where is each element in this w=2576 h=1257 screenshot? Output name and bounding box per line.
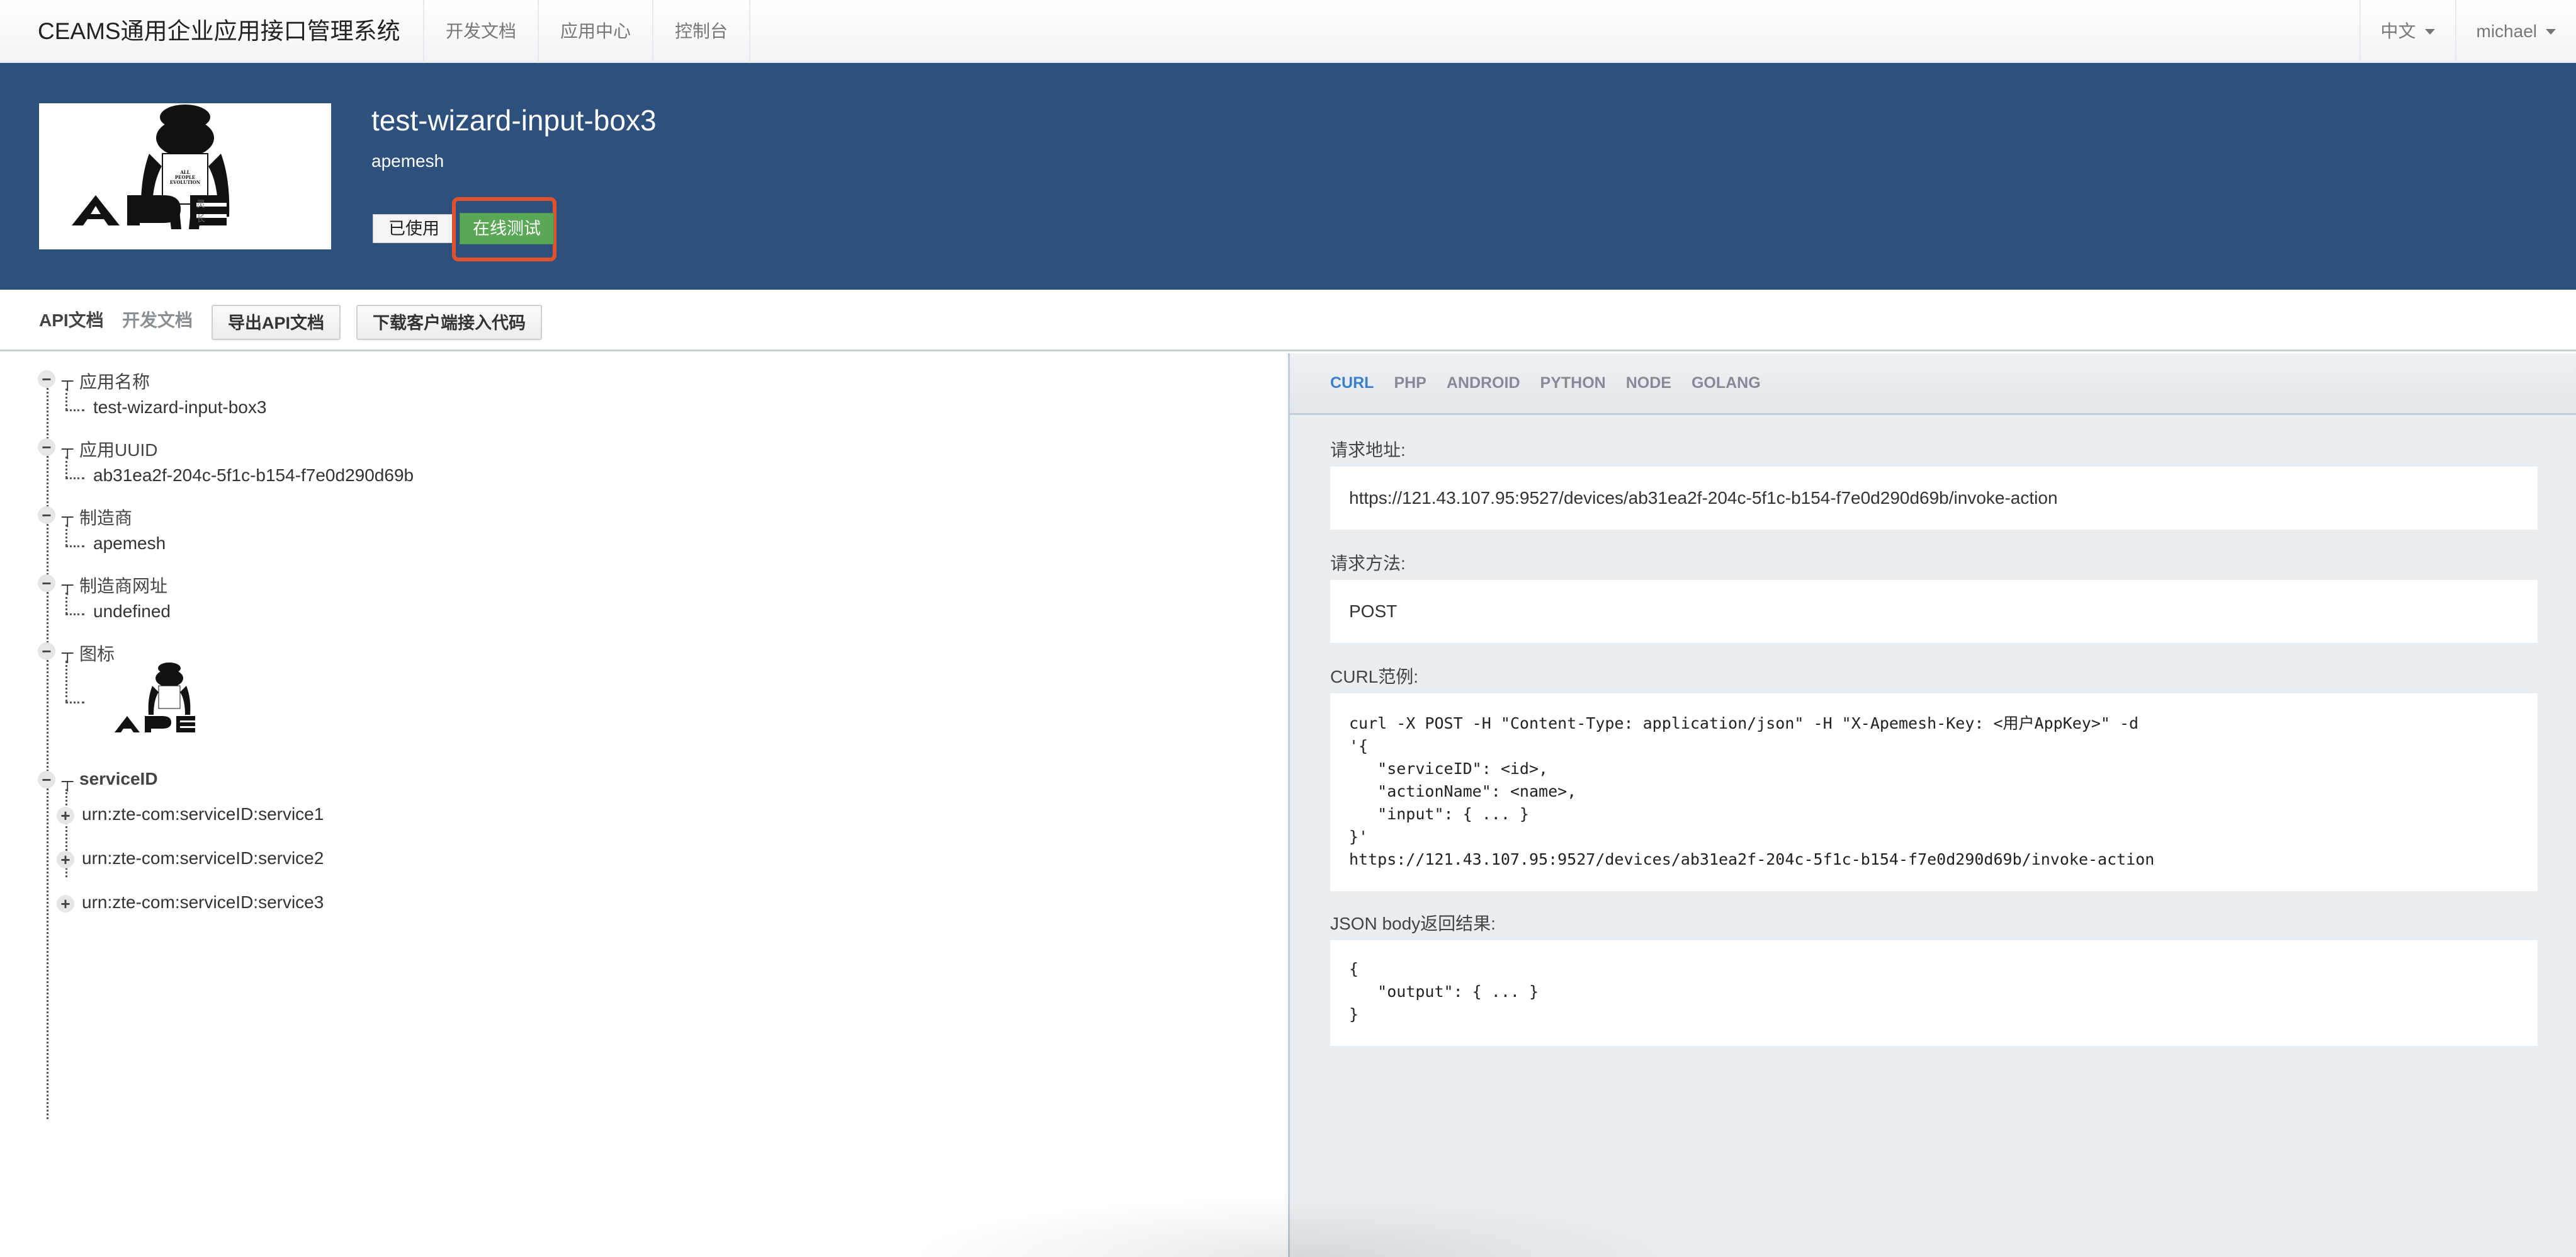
svg-text:长: 长	[196, 214, 205, 224]
tree-connector	[65, 545, 84, 547]
brand-title[interactable]: CEAMS通用企业应用接口管理系统	[38, 0, 400, 63]
tree-node-app-name[interactable]: 应用名称	[79, 368, 150, 394]
api-tree-panel: − ┬ 应用名称 test-wizard-input-box3 − ┬ 应用UU…	[0, 353, 1288, 1257]
tree-branch-icon: ┬	[62, 507, 74, 526]
tree-service-item[interactable]: urn:zte-com:serviceID:service2	[82, 848, 324, 868]
tree-node-manufacturer-url[interactable]: 制造商网址	[79, 572, 167, 598]
user-dropdown[interactable]: michael	[2455, 0, 2576, 63]
tree-branch-icon: ┬	[62, 771, 74, 790]
json-body-label: JSON body返回结果:	[1330, 914, 1496, 933]
json-body-code[interactable]: { "output": { ... } }	[1330, 940, 2538, 1046]
app-vendor: apemesh	[371, 151, 444, 171]
collapse-icon[interactable]: −	[38, 370, 55, 388]
tree-connector	[65, 477, 84, 479]
request-url-label: 请求地址:	[1330, 440, 1406, 460]
language-label: 中文	[2380, 21, 2416, 41]
tree-branch-icon: ┬	[62, 371, 74, 390]
tree-connector	[65, 409, 84, 411]
tree-value-manufacturer: apemesh	[93, 533, 166, 553]
tree-value-manufacturer-url: undefined	[93, 601, 171, 621]
app-logo: ALL PEOPLE EVOLUTION 灵 长	[39, 103, 331, 249]
tree-connector	[65, 613, 84, 615]
language-tabs: CURL PHP ANDROID PYTHON NODE GOLANG	[1290, 353, 2576, 415]
tree-connector	[65, 389, 67, 410]
tree-service-item[interactable]: urn:zte-com:serviceID:service1	[82, 804, 324, 824]
app-header: ALL PEOPLE EVOLUTION 灵 长 test-wizard-inp…	[0, 63, 2576, 290]
tree-connector	[65, 702, 84, 703]
expand-icon[interactable]: +	[57, 851, 74, 868]
tab-android[interactable]: ANDROID	[1447, 374, 1520, 392]
tab-php[interactable]: PHP	[1394, 374, 1426, 392]
tree-value-app-uuid: ab31ea2f-204c-5f1c-b154-f7e0d290d69b	[93, 465, 414, 485]
tree-node-service-id[interactable]: serviceID	[79, 769, 158, 789]
request-url-field[interactable]: https://121.43.107.95:9527/devices/ab31e…	[1330, 467, 2538, 530]
curl-example-code[interactable]: curl -X POST -H "Content-Type: applicati…	[1330, 693, 2538, 891]
tree-node-app-uuid[interactable]: 应用UUID	[79, 436, 157, 462]
tree-service-item[interactable]: urn:zte-com:serviceID:service3	[82, 892, 324, 913]
tree-branch-icon: ┬	[62, 575, 74, 594]
used-badge-button[interactable]: 已使用	[373, 214, 455, 243]
export-api-docs-button[interactable]: 导出API文档	[212, 305, 341, 340]
ape-logo-icon	[115, 663, 195, 732]
svg-text:灵: 灵	[196, 200, 205, 210]
tree-connector	[65, 593, 67, 614]
app-title: test-wizard-input-box3	[371, 104, 657, 137]
tree-connector	[65, 525, 67, 546]
code-sample-panel: CURL PHP ANDROID PYTHON NODE GOLANG 请求地址…	[1288, 353, 2576, 1257]
tree-value-app-name: test-wizard-input-box3	[93, 397, 267, 417]
top-navbar: CEAMS通用企业应用接口管理系统 开发文档 应用中心 控制台 中文 micha…	[0, 0, 2576, 63]
download-client-code-button[interactable]: 下载客户端接入代码	[356, 305, 542, 340]
tree-connector	[65, 661, 67, 702]
tree-branch-icon: ┬	[62, 643, 74, 662]
tab-python[interactable]: PYTHON	[1540, 374, 1606, 392]
nav-app-center[interactable]: 应用中心	[538, 0, 652, 63]
online-test-button[interactable]: 在线测试	[460, 213, 554, 244]
collapse-icon[interactable]: −	[38, 574, 55, 592]
expand-icon[interactable]: +	[57, 807, 74, 824]
tab-api-docs[interactable]: API文档	[39, 290, 104, 351]
collapse-icon[interactable]: −	[38, 438, 55, 456]
expand-icon[interactable]: +	[57, 895, 74, 913]
tree-spine	[47, 385, 48, 1119]
curl-example-label: CURL范例:	[1330, 667, 1419, 686]
caret-down-icon	[2424, 28, 2435, 35]
collapse-icon[interactable]: −	[38, 642, 55, 660]
tab-dev-docs[interactable]: 开发文档	[122, 290, 193, 351]
tree-branch-icon: ┬	[62, 439, 74, 458]
tree-connector	[65, 457, 67, 478]
request-method-label: 请求方法:	[1330, 554, 1406, 573]
tab-node[interactable]: NODE	[1626, 374, 1671, 392]
collapse-icon[interactable]: −	[38, 506, 55, 524]
doc-toolbar: API文档 开发文档 导出API文档 下载客户端接入代码	[0, 290, 2576, 351]
tab-curl[interactable]: CURL	[1330, 374, 1374, 392]
ape-logo-icon: ALL PEOPLE EVOLUTION 灵 长	[72, 105, 230, 229]
user-name: michael	[2476, 21, 2537, 41]
main-nav: 开发文档 应用中心 控制台	[423, 0, 751, 63]
caret-down-icon	[2546, 28, 2556, 35]
collapse-icon[interactable]: −	[38, 771, 55, 788]
tab-golang[interactable]: GOLANG	[1692, 374, 1761, 392]
request-method-field[interactable]: POST	[1330, 580, 2538, 643]
nav-console[interactable]: 控制台	[652, 0, 751, 63]
language-dropdown[interactable]: 中文	[2359, 0, 2455, 63]
svg-text:EVOLUTION: EVOLUTION	[170, 179, 201, 185]
nav-dev-docs[interactable]: 开发文档	[423, 0, 538, 63]
tree-node-manufacturer[interactable]: 制造商	[79, 504, 132, 530]
nav-right: 中文 michael	[2359, 0, 2576, 63]
